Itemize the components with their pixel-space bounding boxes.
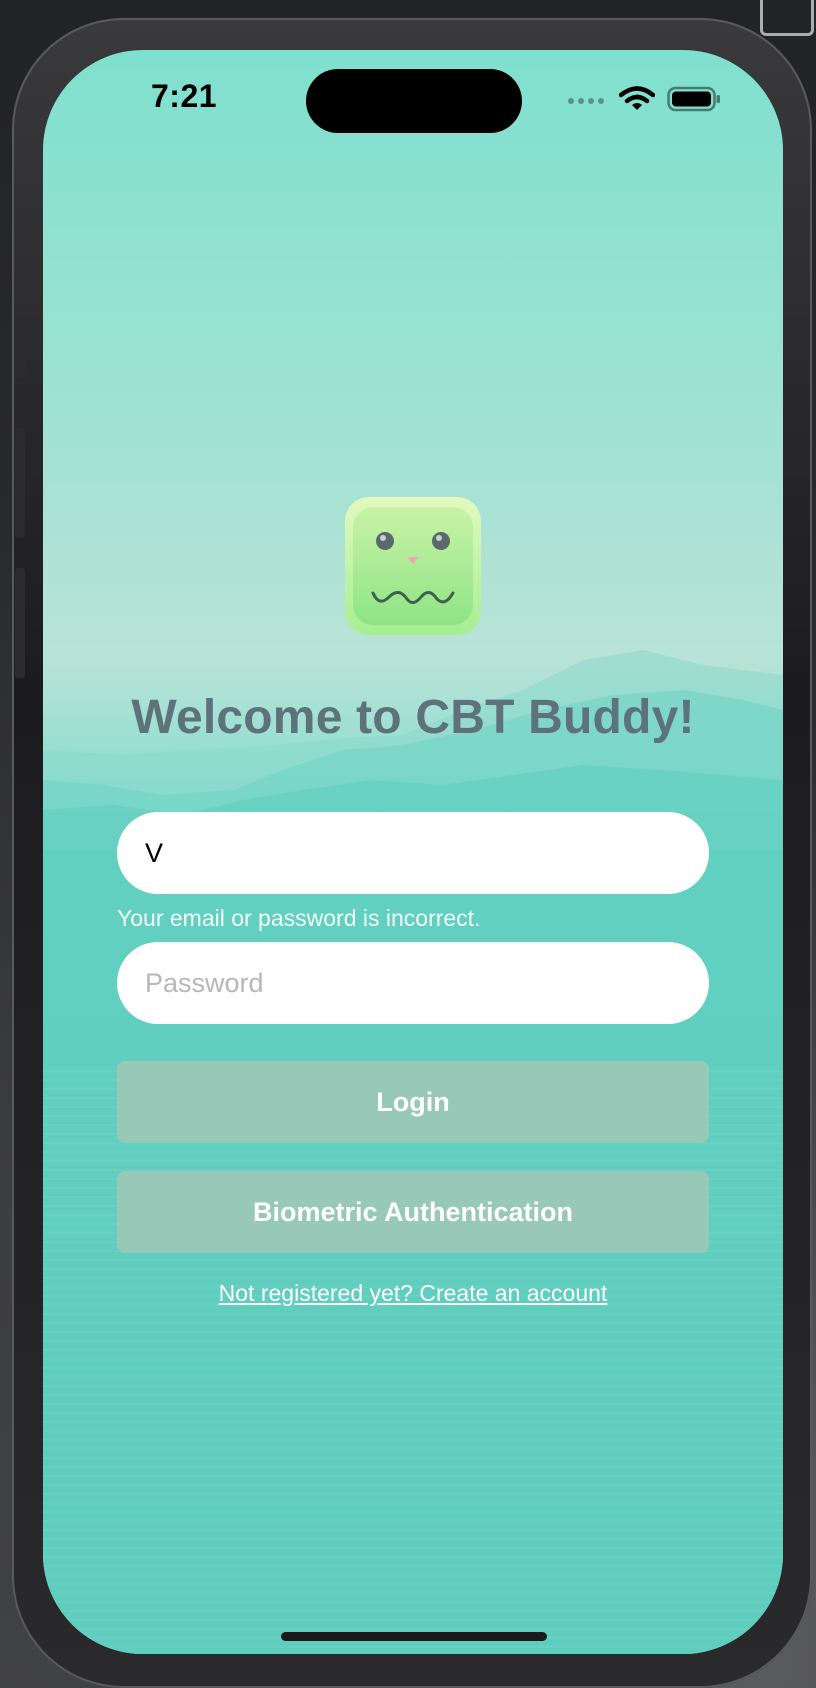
dynamic-island (306, 69, 522, 133)
cbt-buddy-logo (345, 497, 481, 635)
biometric-authentication-button[interactable]: Biometric Authentication (117, 1171, 709, 1253)
mute-switch (15, 318, 25, 378)
status-icons (567, 86, 721, 117)
wifi-icon (618, 86, 656, 117)
home-indicator[interactable] (281, 1632, 547, 1641)
app-screen: 7:21 Welcome to CBT Buddy! V Your email … (43, 50, 783, 1654)
error-message: Your email or password is incorrect. (117, 905, 481, 931)
cellular-signal-icon (567, 92, 607, 111)
status-bar: 7:21 (43, 50, 783, 160)
window-icon (760, 0, 814, 36)
page-title: Welcome to CBT Buddy! (131, 691, 695, 744)
volume-down-button (15, 568, 25, 678)
water-texture (43, 1070, 783, 1654)
email-field[interactable] (117, 812, 709, 894)
battery-icon (667, 86, 721, 117)
status-time: 7:21 (151, 78, 218, 114)
volume-up-button (15, 428, 25, 538)
password-field[interactable] (117, 942, 709, 1024)
create-account-link[interactable]: Not registered yet? Create an account (43, 1280, 783, 1307)
login-button[interactable]: Login (117, 1061, 709, 1143)
